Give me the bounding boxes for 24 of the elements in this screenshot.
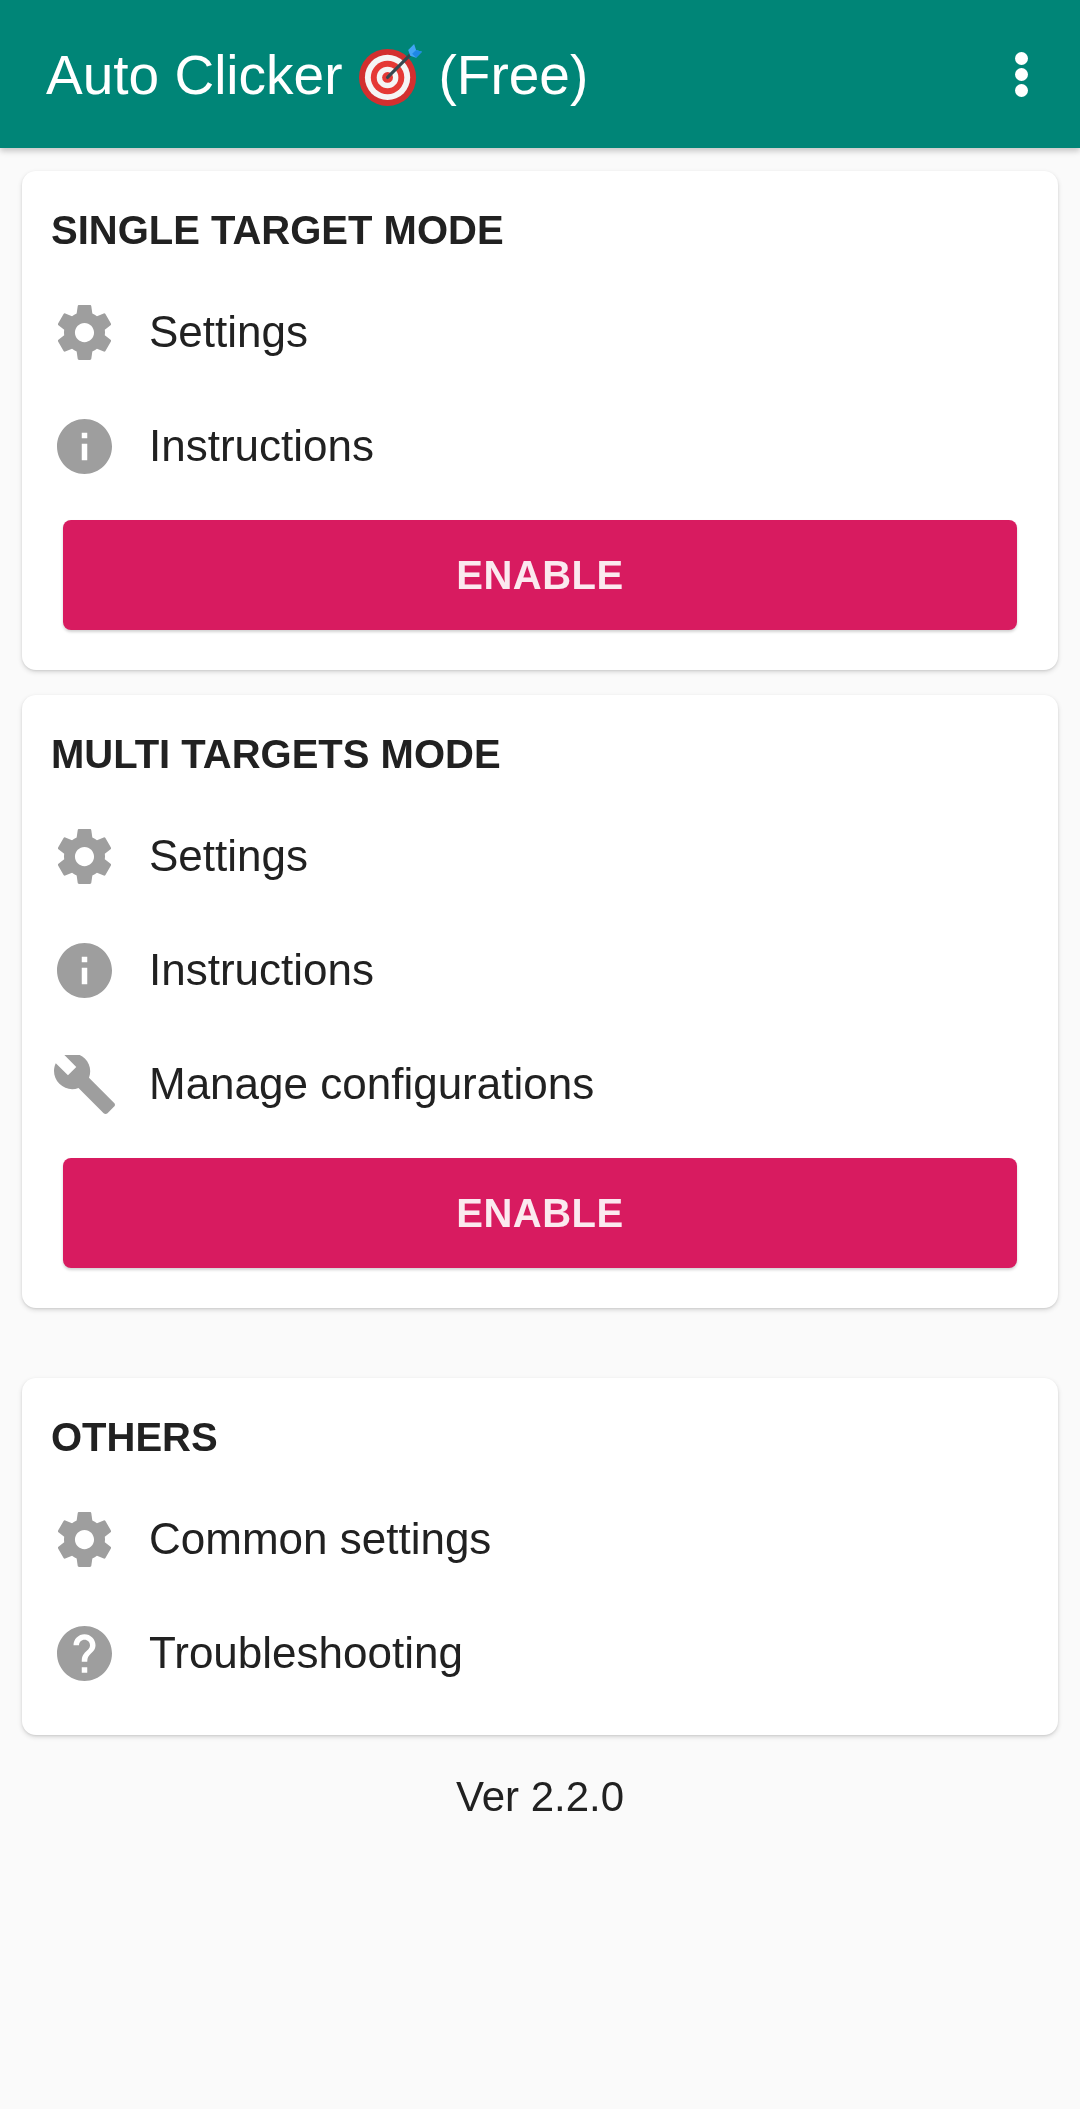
- menu-item[interactable]: Instructions: [51, 937, 374, 1003]
- info-icon: [56, 418, 112, 474]
- menu-item[interactable]: Instructions: [51, 413, 374, 479]
- menu-item[interactable]: Troubleshooting: [51, 1620, 463, 1686]
- enable-button[interactable]: ENABLE: [63, 520, 1017, 630]
- section-title: OTHERS: [51, 1414, 218, 1461]
- section-title: MULTI TARGETS MODE: [51, 731, 501, 778]
- wrench-icon: [53, 1054, 115, 1114]
- menu-item[interactable]: Settings: [51, 299, 308, 365]
- settings-icon: [57, 1511, 111, 1567]
- dartboard-icon: [359, 44, 423, 106]
- menu-item[interactable]: Settings: [51, 823, 308, 889]
- enable-button[interactable]: ENABLE: [63, 1158, 1017, 1268]
- info-icon: [56, 942, 112, 998]
- edition-label: (Free): [438, 43, 589, 107]
- help-icon: [56, 1625, 112, 1681]
- settings-icon: [57, 304, 111, 360]
- menu-item[interactable]: Common settings: [51, 1506, 492, 1572]
- settings-icon: [57, 828, 111, 884]
- version-label: Ver 2.2.0: [455, 1772, 625, 1822]
- menu-item[interactable]: Manage configurations: [51, 1051, 595, 1117]
- section-title: SINGLE TARGET MODE: [51, 207, 504, 254]
- app-title: Auto Clicker: [46, 43, 343, 107]
- more-vert-icon: [1015, 51, 1028, 97]
